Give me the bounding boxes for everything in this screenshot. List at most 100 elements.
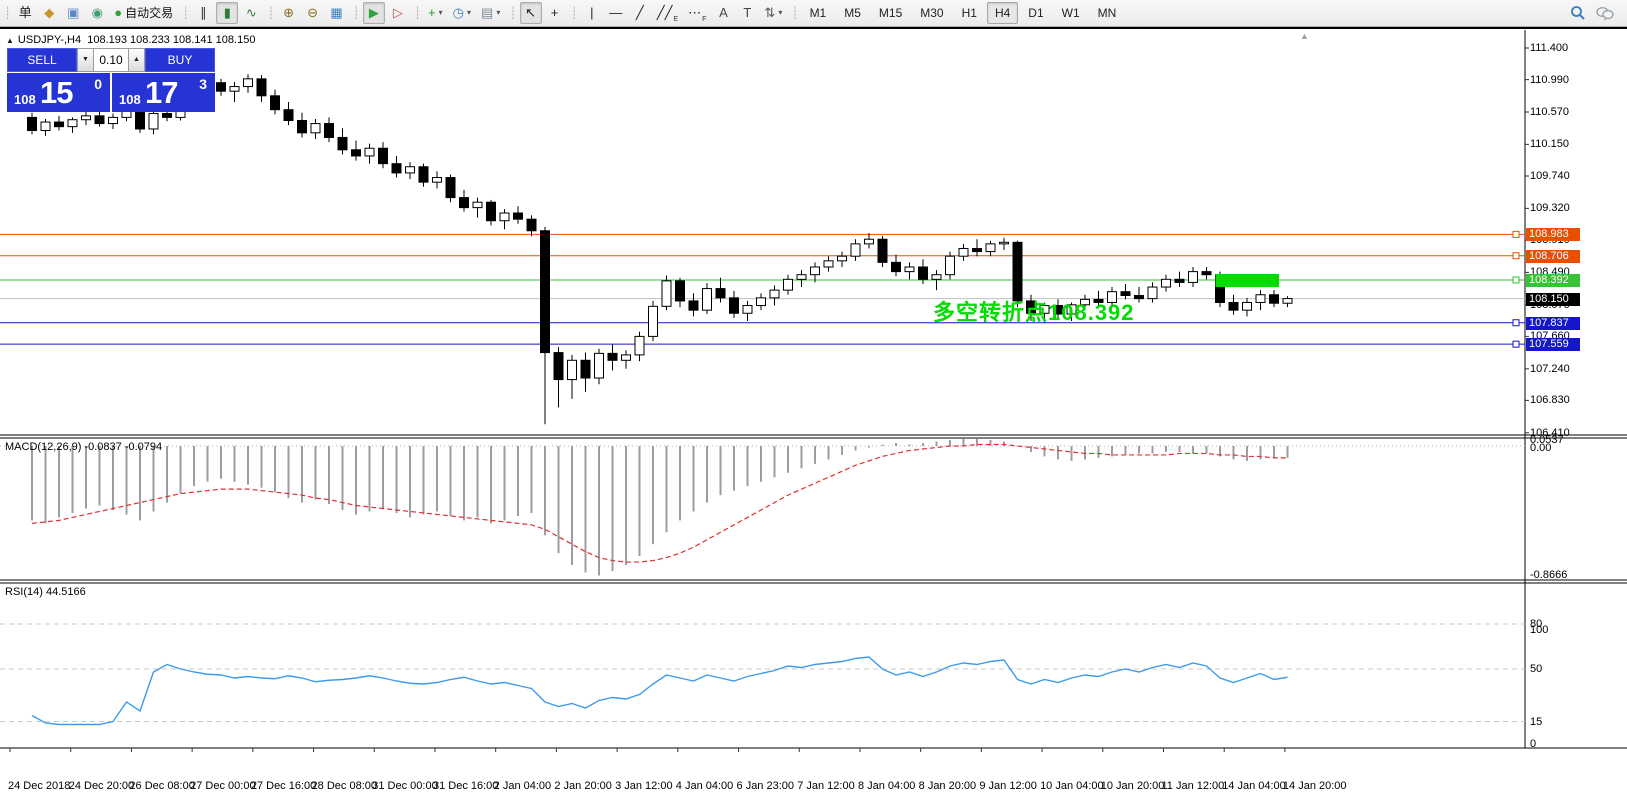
fibonacci-button[interactable]: ⋯F xyxy=(684,2,710,24)
rsi-level-tick: 80 xyxy=(1530,618,1542,630)
macd-zero-tick: 0.00 xyxy=(1530,442,1551,454)
price-tag: 108.983 xyxy=(1526,228,1580,241)
time-axis-tick: 8 Jan 20:00 xyxy=(919,780,977,792)
toolbar-grip: ┊ xyxy=(505,6,518,20)
tile-windows-button[interactable]: ▦ xyxy=(326,2,348,24)
periods-button[interactable]: ◷▾ xyxy=(449,2,475,24)
auto-scroll-icon: ▶ xyxy=(369,6,379,19)
price-tag: 108.392 xyxy=(1526,274,1580,287)
time-axis-tick: 31 Dec 16:00 xyxy=(433,780,498,792)
line-chart-button[interactable]: ∿ xyxy=(240,2,262,24)
time-axis-tick: 24 Dec 2018 xyxy=(8,780,70,792)
toolbar-grip: ┊ xyxy=(567,6,580,20)
line-handle[interactable] xyxy=(1513,277,1519,283)
timeframe-m30-button[interactable]: M30 xyxy=(912,2,951,24)
time-axis-tick: 14 Jan 04:00 xyxy=(1222,780,1286,792)
search-icon xyxy=(1570,5,1586,21)
time-axis-tick: 2 Jan 20:00 xyxy=(554,780,612,792)
arrows-button[interactable]: ⇅▾ xyxy=(760,2,786,24)
line-handle[interactable] xyxy=(1513,253,1519,259)
price-tag: 107.559 xyxy=(1526,338,1580,351)
bar-chart-button[interactable]: ∥ xyxy=(192,2,214,24)
time-axis-tick: 28 Dec 08:00 xyxy=(312,780,377,792)
price-axis-tick: 110.150 xyxy=(1530,138,1569,150)
zoom-in-button[interactable]: ⊕ xyxy=(278,2,300,24)
cursor-button[interactable]: ↖ xyxy=(520,2,542,24)
timeframe-mn-button[interactable]: MN xyxy=(1090,2,1125,24)
text-label-button[interactable]: T xyxy=(736,2,758,24)
trendline-button[interactable]: ╱ xyxy=(629,2,651,24)
sell-button[interactable]: SELL xyxy=(7,48,77,72)
sell-quote-tile[interactable]: 108 15 0 xyxy=(7,73,110,112)
time-axis-tick: 9 Jan 12:00 xyxy=(979,780,1037,792)
highlight-rectangle-object[interactable] xyxy=(1216,274,1279,287)
sell-price-prefix: 108 xyxy=(14,92,36,107)
orders-label-button[interactable]: 单 xyxy=(14,2,36,24)
chart-text-annotation[interactable]: 多空转折点108.392 xyxy=(933,295,1135,327)
signals-button[interactable]: ◉ xyxy=(86,2,108,24)
price-axis-tick: 107.240 xyxy=(1530,363,1570,375)
buy-button[interactable]: BUY xyxy=(145,48,215,72)
candlestick-chart-icon: ▮ xyxy=(224,6,231,19)
bar-chart-icon: ∥ xyxy=(200,6,207,19)
new-order-button[interactable]: ◆ xyxy=(38,2,60,24)
timeframe-m1-button[interactable]: M1 xyxy=(802,2,835,24)
rsi-line xyxy=(32,657,1288,725)
text-label-icon: T xyxy=(743,6,751,19)
sell-price-sup: 0 xyxy=(94,76,102,92)
text-button[interactable]: A xyxy=(712,2,734,24)
line-handle[interactable] xyxy=(1513,341,1519,347)
chart-symbol: USDJPY-,H4 xyxy=(18,34,81,46)
timeframe-m15-button[interactable]: M15 xyxy=(871,2,910,24)
time-axis-tick: 3 Jan 12:00 xyxy=(615,780,673,792)
time-axis-tick: 11 Jan 12:00 xyxy=(1161,780,1224,792)
rsi-min-tick: 0 xyxy=(1530,738,1536,750)
horizontal-line-button[interactable]: — xyxy=(605,2,627,24)
sell-price-big: 15 xyxy=(40,75,72,111)
volume-increase-button[interactable]: ▲ xyxy=(128,48,145,72)
toolbar: ┊单◆▣◉●自动交易┊∥▮∿┊⊕⊖▦┊▶▷┊+▾◷▾▤▾┊↖+┊|—╱╱╱E⋯F… xyxy=(0,0,1627,27)
equidistant-channel-icon-sub: E xyxy=(673,16,678,23)
auto-scroll-button[interactable]: ▶ xyxy=(363,2,385,24)
crosshair-icon: + xyxy=(551,6,559,19)
zoom-out-button[interactable]: ⊖ xyxy=(302,2,324,24)
time-axis-tick: 10 Jan 04:00 xyxy=(1040,780,1104,792)
timeframe-d1-button[interactable]: D1 xyxy=(1020,2,1051,24)
volume-input[interactable]: 0.10 xyxy=(94,48,128,72)
equidistant-channel-button[interactable]: ╱╱E xyxy=(653,2,682,24)
price-axis-tick: 110.570 xyxy=(1530,106,1569,118)
time-axis-tick: 7 Jan 12:00 xyxy=(797,780,855,792)
chart-shift-button[interactable]: ▷ xyxy=(387,2,409,24)
time-axis-tick: 26 Dec 08:00 xyxy=(129,780,194,792)
chart-window-button[interactable]: ▣ xyxy=(62,2,84,24)
line-handle[interactable] xyxy=(1513,320,1519,326)
indicators-button[interactable]: +▾ xyxy=(424,2,447,24)
crosshair-button[interactable]: + xyxy=(544,2,566,24)
autotrading-icon: ● xyxy=(114,6,122,19)
candlestick-chart-button[interactable]: ▮ xyxy=(216,2,238,24)
timeframe-m5-button[interactable]: M5 xyxy=(836,2,869,24)
timeframe-h1-button[interactable]: H1 xyxy=(954,2,985,24)
toolbar-grip: ┊ xyxy=(178,6,191,20)
fibonacci-icon: ⋯ xyxy=(688,6,701,19)
time-axis-tick: 4 Jan 04:00 xyxy=(676,780,734,792)
tile-windows-icon: ▦ xyxy=(330,6,342,19)
vertical-line-button[interactable]: | xyxy=(581,2,603,24)
volume-decrease-button[interactable]: ▼ xyxy=(77,48,94,72)
time-axis-tick: 31 Dec 00:00 xyxy=(372,780,437,792)
orders-label: 单 xyxy=(19,6,32,19)
search-button[interactable] xyxy=(1566,2,1590,24)
line-handle[interactable] xyxy=(1513,231,1519,237)
templates-button[interactable]: ▤▾ xyxy=(477,2,504,24)
time-axis-tick: 27 Dec 00:00 xyxy=(190,780,255,792)
macd-signal-line xyxy=(32,445,1288,563)
buy-quote-tile[interactable]: 108 17 3 xyxy=(112,73,215,112)
timeframe-w1-button[interactable]: W1 xyxy=(1054,2,1088,24)
zoom-out-icon: ⊖ xyxy=(307,6,318,19)
chat-button[interactable] xyxy=(1592,2,1618,24)
autotrading-button[interactable]: ●自动交易 xyxy=(110,2,177,24)
timeframe-h4-button[interactable]: H4 xyxy=(987,2,1018,24)
toolbar-grip: ┊ xyxy=(0,6,13,20)
collapse-panel-icon[interactable]: ▲ xyxy=(6,36,14,45)
chart-shift-icon: ▷ xyxy=(393,6,403,19)
